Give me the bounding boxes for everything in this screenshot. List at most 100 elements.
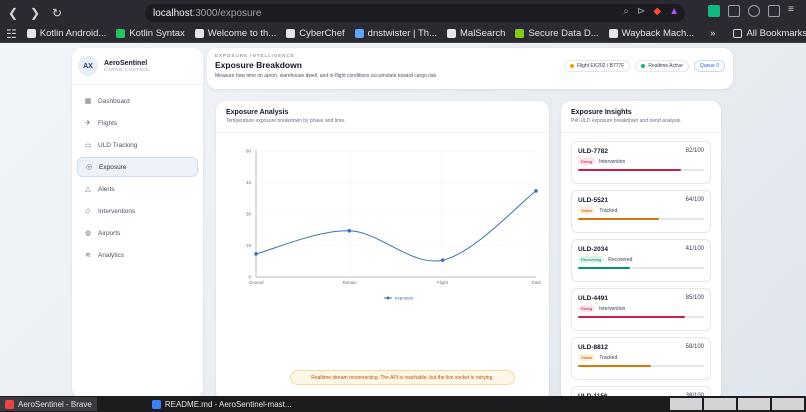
sidebar-item-uld-tracking[interactable]: ▭ ULD Tracking (77, 135, 198, 155)
bookmarks-bar: ☷ Kotlin Android... Kotlin Syntax Welcom… (0, 25, 806, 43)
reconnect-toast: Realtime stream reconnecting. The API is… (290, 370, 515, 385)
sidebar-item-label: Airports (98, 229, 121, 237)
bookmark-label: Kotlin Syntax (129, 28, 185, 39)
exposure-insights-card: Exposure Insights Per-ULD exposure break… (561, 101, 721, 396)
uld-card[interactable]: ULD-4491 85/100 Rising Intervention (571, 288, 711, 331)
taskbar-label: AeroSentinel - Brave (18, 399, 92, 409)
sidebar-item-label: Flights (98, 119, 118, 127)
extension-check-icon[interactable] (708, 5, 720, 17)
uld-card[interactable]: ULD-2034 41/100 Recovering Recovered (571, 239, 711, 282)
workspace-button[interactable] (704, 398, 736, 410)
app-viewport: AX AeroSentinel CARGO CONTROL ▦ Dashboard… (0, 43, 806, 396)
address-bar[interactable]: localhost:3000/exposure ⌕ ⊳ ◆ ▲ (145, 4, 685, 22)
forward-icon[interactable]: ❯ (26, 4, 44, 22)
bookmark-label: Kotlin Android... (39, 28, 107, 39)
realtime-badge: Realtime Active (635, 60, 689, 72)
uld-id: ULD-5521 (578, 197, 608, 204)
card-title: Exposure Analysis (226, 109, 289, 116)
risk-bar-fill (578, 169, 682, 171)
uld-card[interactable]: ULD-115638/100 (571, 386, 711, 396)
more-bookmarks-button[interactable]: » (710, 28, 715, 39)
sidebar-item-dashboard[interactable]: ▦ Dashboard (77, 91, 198, 111)
data-point (440, 258, 445, 262)
uld-id: ULD-7782 (578, 148, 608, 155)
reload-icon[interactable]: ↻ (48, 4, 66, 22)
sidebar-item-analytics[interactable]: ≋ Analytics (77, 245, 198, 265)
all-bookmarks-button[interactable]: All Bookmarks (733, 28, 806, 39)
sync-icon[interactable] (748, 5, 760, 17)
sidebar-item-airports[interactable]: ◍ Airports (77, 223, 198, 243)
workspace-button[interactable] (670, 398, 702, 410)
page-eyebrow: EXPOSURE INTELLIGENCE (215, 53, 295, 58)
chart-icon: ≋ (85, 252, 91, 259)
bookmark-item[interactable]: Kotlin Android... (26, 28, 107, 39)
uld-score: 58/100 (685, 344, 704, 350)
risk-bar-fill (578, 365, 652, 367)
bookmark-item[interactable]: Kotlin Syntax (116, 28, 185, 39)
sidebar-item-flights[interactable]: ✈ Flights (77, 113, 198, 133)
brand-logo: AX (78, 56, 98, 76)
uld-id: ULD-4491 (578, 295, 608, 302)
flight-badge[interactable]: Flight EK202 / B777F (563, 60, 631, 72)
uld-state: Recovered (608, 256, 633, 263)
queue-badge: Queue 0 (693, 60, 725, 72)
back-icon[interactable]: ❮ (4, 4, 22, 22)
menu-icon[interactable]: ≡ (788, 5, 800, 17)
brave-shield-icon[interactable]: ◆ (653, 6, 661, 17)
url-path: :3000/exposure (192, 7, 262, 19)
series-line (255, 190, 537, 262)
data-point (254, 252, 258, 256)
sidebar-item-alerts[interactable]: △ Alerts (77, 179, 198, 199)
bookmark-item[interactable]: MalSearch (447, 28, 505, 39)
globe-icon: ◍ (84, 230, 92, 237)
bookmark-item[interactable]: Welcome to th... (194, 28, 276, 39)
taskbar-item-browser[interactable]: AeroSentinel - Brave (0, 397, 97, 411)
badge-label: Flight EK202 / B777F (576, 63, 625, 69)
sidebar-item-exposure[interactable]: ◎ Exposure (77, 157, 198, 177)
wallet-icon[interactable] (768, 5, 780, 17)
uld-card[interactable]: ULD-5521 64/100 Stable Tracked (571, 190, 711, 233)
extensions-icon[interactable] (728, 5, 740, 17)
trend-badge: Recovering (578, 256, 605, 263)
x-tick-label: Flight (437, 280, 449, 285)
x-tick-label: Ground (248, 280, 264, 285)
workspace-button[interactable] (772, 398, 804, 410)
status-dot-icon (641, 64, 646, 68)
bookmark-label: CyberChef (299, 28, 345, 39)
trend-badge: Stable (578, 207, 596, 214)
apps-grid-icon[interactable]: ☷ (6, 25, 17, 43)
badge-label: Realtime Active (648, 63, 683, 69)
bookmark-item[interactable]: CyberChef (286, 28, 345, 39)
uld-state: Intervention (599, 305, 626, 312)
status-badges: Flight EK202 / B777F Realtime Active Que… (563, 60, 725, 72)
all-bookmarks-label: All Bookmarks (746, 28, 806, 39)
bookmark-favicon-icon (447, 29, 456, 38)
trend-badge: Rising (578, 305, 596, 312)
bookmark-favicon-icon (608, 29, 618, 38)
data-point (347, 229, 352, 233)
taskbar-label: README.md - AeroSentinel-mast... (164, 399, 292, 409)
rewards-icon[interactable]: ▲ (669, 6, 679, 17)
risk-bar (578, 169, 704, 171)
uld-score: 85/100 (685, 295, 704, 301)
exposure-line-chart: 0 15 30 45 60 Ground Tarmac Flight Total exposure (246, 149, 541, 301)
uld-score: 64/100 (685, 197, 704, 203)
uld-card[interactable]: ULD-7782 82/100 Rising Intervention (571, 141, 711, 184)
bookmark-item[interactable]: Secure Data D... (515, 28, 599, 39)
trend-badge: Stable (578, 354, 596, 361)
share-icon[interactable]: ⊳ (637, 6, 645, 17)
taskbar-item-editor[interactable]: README.md - AeroSentinel-mast... (147, 397, 297, 411)
uld-state: Tracked (599, 354, 618, 361)
legend-marker (386, 296, 390, 300)
card-subtitle: Temperature exposure breakdown by phase … (226, 118, 346, 124)
browser-toolbar: ❮ ❯ ↻ ☐ localhost:3000/exposure ⌕ ⊳ ◆ ▲ … (0, 0, 806, 25)
uld-card[interactable]: ULD-8812 58/100 Stable Tracked (571, 337, 711, 380)
sidebar-item-interventions[interactable]: ◇ Interventions (77, 201, 198, 221)
bookmark-item[interactable]: Wayback Mach... (608, 28, 694, 39)
y-tick-label: 60 (246, 149, 252, 154)
shield-icon: ◇ (85, 208, 91, 215)
workspace-button[interactable] (738, 398, 770, 410)
card-subtitle: Per-ULD exposure breakdown and trend ana… (571, 118, 682, 124)
zoom-icon[interactable]: ⌕ (623, 6, 629, 17)
bookmark-item[interactable]: dnstwister | Th... (354, 28, 437, 39)
